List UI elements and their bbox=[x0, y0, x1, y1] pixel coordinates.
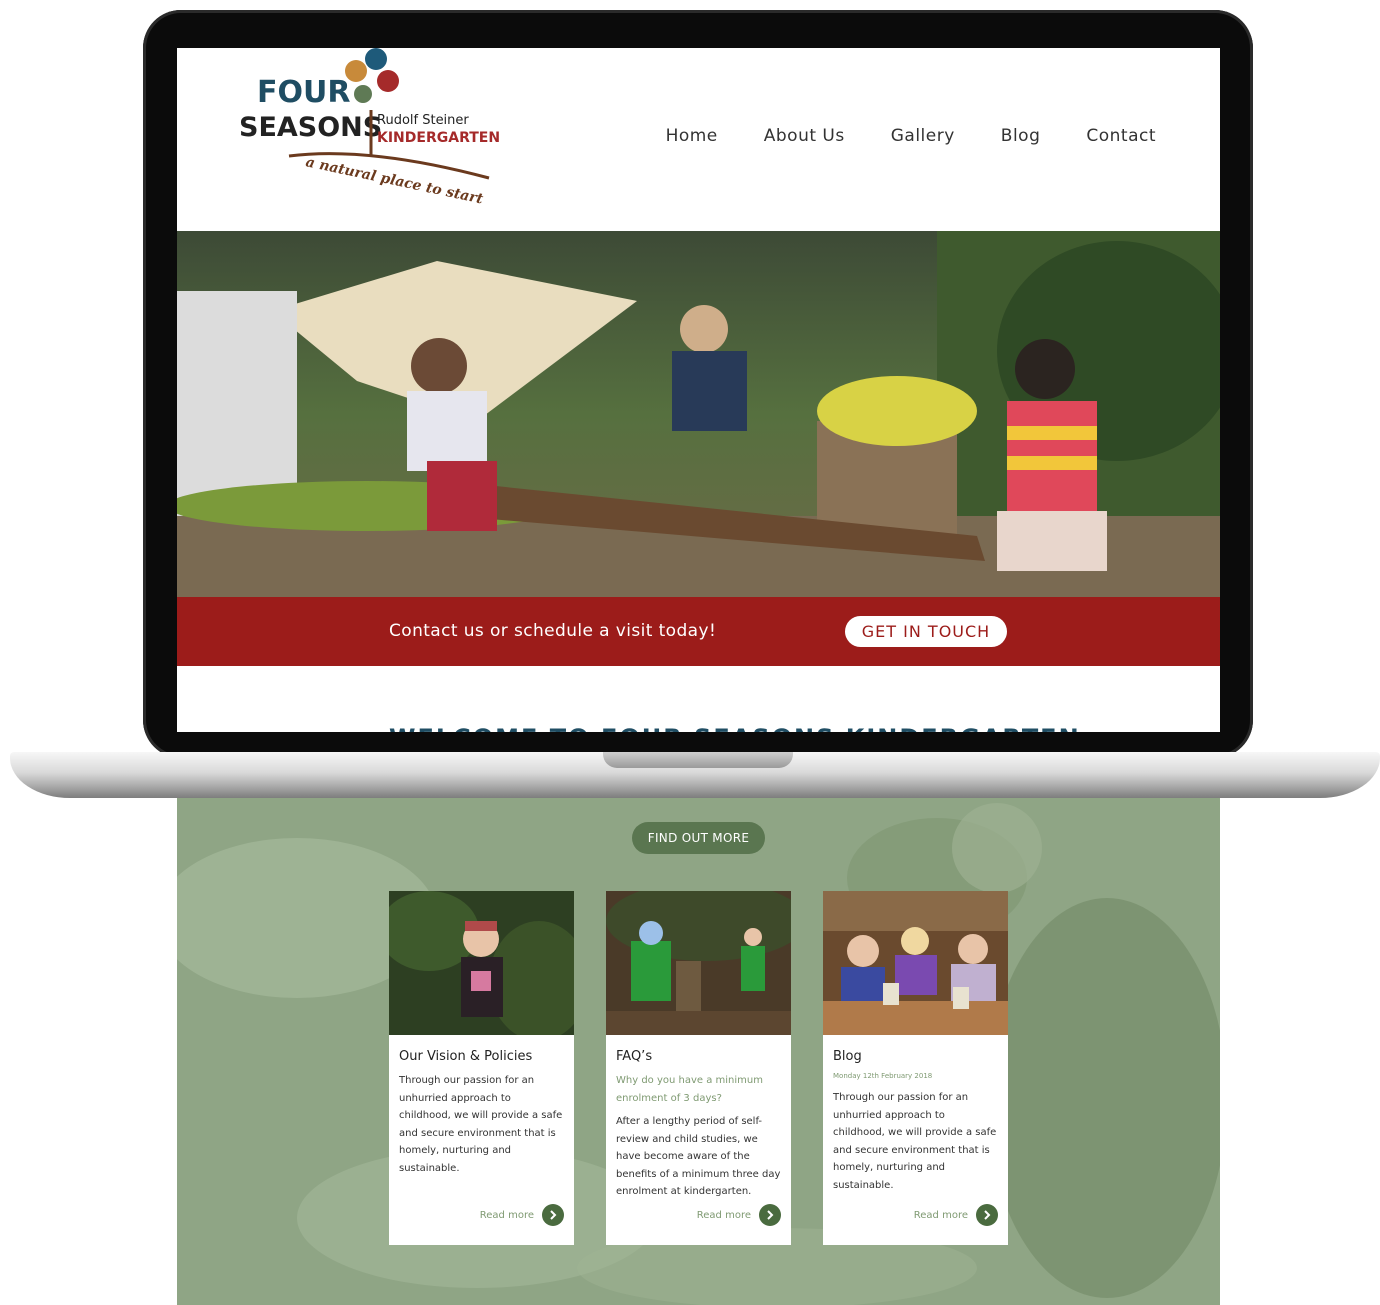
logo-rudolf-steiner: Rudolf Steiner bbox=[377, 113, 469, 128]
card-vision-policies[interactable]: Our Vision & Policies Through our passio… bbox=[379, 891, 589, 1245]
nav-gallery[interactable]: Gallery bbox=[891, 126, 955, 146]
chevron-right-icon[interactable] bbox=[759, 1204, 781, 1226]
read-more-label: Read more bbox=[479, 1209, 534, 1221]
hero-image bbox=[177, 231, 1220, 597]
card-faqs[interactable]: FAQ’s Why do you have a minimum enrolmen… bbox=[606, 881, 806, 1245]
card-title: Blog bbox=[833, 1049, 862, 1064]
main-nav: Home About Us Gallery Blog Contact bbox=[666, 126, 1156, 146]
nav-contact[interactable]: Contact bbox=[1086, 126, 1156, 146]
read-more-label: Read more bbox=[696, 1209, 751, 1221]
cta-band: Contact us or schedule a visit today! GE… bbox=[177, 597, 1220, 666]
card-photo bbox=[379, 891, 589, 1041]
chevron-right-icon[interactable] bbox=[976, 1204, 998, 1226]
card-question: Why do you have a minimum enrolment of 3… bbox=[616, 1075, 763, 1104]
read-more-link[interactable]: Read more bbox=[480, 1204, 564, 1226]
card-title: FAQ’s bbox=[616, 1049, 653, 1064]
logo-kindergarten: KINDERGARTEN bbox=[377, 130, 499, 146]
website-screen: FOUR SEASONS Rudolf Steiner KINDERGARTEN… bbox=[177, 48, 1220, 732]
card-date: Monday 12th February 2018 bbox=[833, 1072, 933, 1080]
nav-home[interactable]: Home bbox=[666, 126, 718, 146]
chevron-right-icon[interactable] bbox=[542, 1204, 564, 1226]
logo-seasons: SEASONS bbox=[239, 112, 382, 143]
cta-text: Contact us or schedule a visit today! bbox=[389, 621, 717, 641]
logo-four: FOUR bbox=[257, 75, 350, 110]
logo-tagline: a natural place to start bbox=[304, 154, 485, 207]
nav-blog[interactable]: Blog bbox=[1001, 126, 1041, 146]
read-more-label: Read more bbox=[913, 1209, 968, 1221]
card-blog[interactable]: Blog Monday 12th February 2018 Through o… bbox=[823, 891, 1008, 1245]
site-logo[interactable]: FOUR SEASONS Rudolf Steiner KINDERGARTEN… bbox=[239, 48, 499, 213]
card-photo bbox=[823, 891, 1008, 1035]
welcome-heading: WELCOME TO FOUR SEASONS KINDERGARTEN bbox=[389, 724, 1079, 732]
laptop-notch bbox=[603, 752, 793, 768]
card-text: Through our passion for an unhurried app… bbox=[833, 1092, 997, 1191]
card-photo bbox=[606, 881, 806, 1035]
find-out-more-button[interactable]: FIND OUT MORE bbox=[632, 822, 765, 854]
card-text: Through our passion for an unhurried app… bbox=[399, 1075, 563, 1174]
get-in-touch-button[interactable]: GET IN TOUCH bbox=[845, 616, 1007, 647]
card-text: After a lengthy period of self-review an… bbox=[616, 1116, 781, 1197]
find-out-more-section: FIND OUT MORE Our Vision & Policies Thro… bbox=[177, 798, 1220, 1305]
nav-about-us[interactable]: About Us bbox=[764, 126, 845, 146]
read-more-link[interactable]: Read more bbox=[697, 1204, 781, 1226]
card-title: Our Vision & Policies bbox=[399, 1049, 533, 1064]
read-more-link[interactable]: Read more bbox=[914, 1204, 998, 1226]
